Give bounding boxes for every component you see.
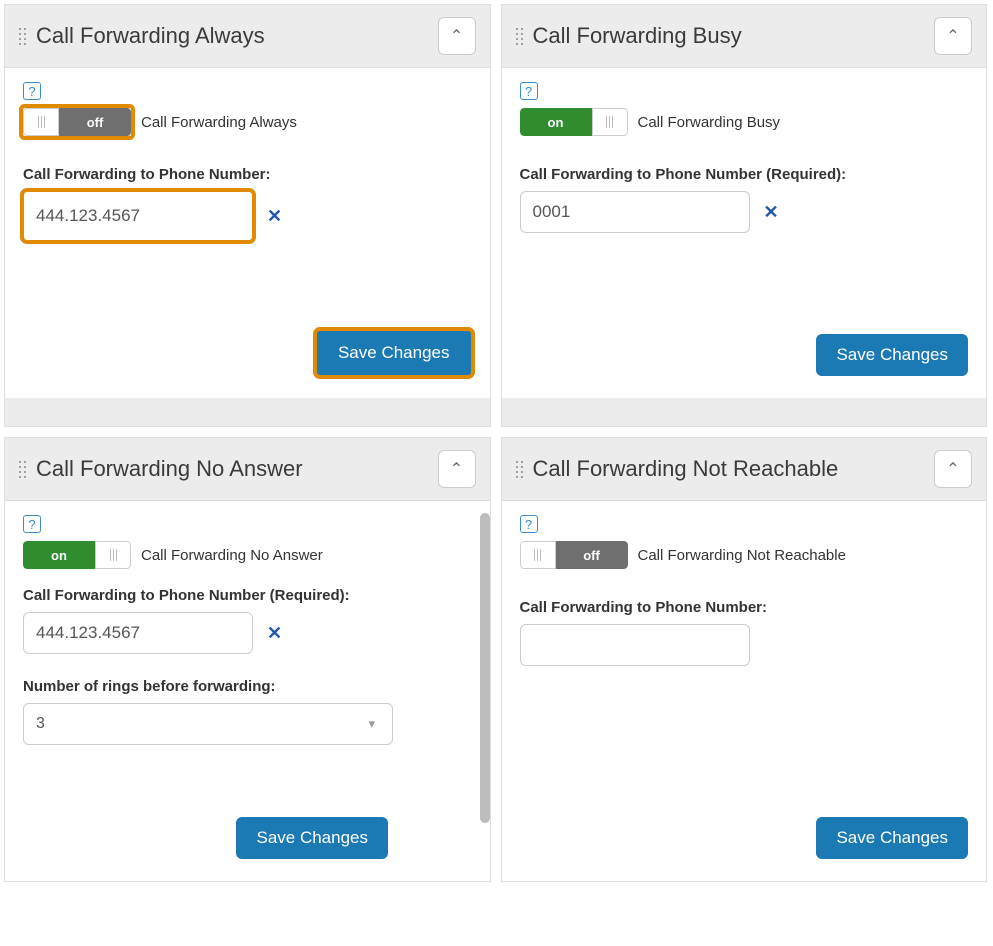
toggle-call-forwarding-busy[interactable]: on bbox=[520, 108, 628, 136]
phone-number-label: Call Forwarding to Phone Number: bbox=[520, 599, 969, 616]
toggle-label: Call Forwarding Always bbox=[141, 114, 297, 131]
toggle-state-label: off bbox=[59, 108, 131, 136]
phone-number-label: Call Forwarding to Phone Number (Require… bbox=[23, 587, 472, 604]
panel-header: Call Forwarding No Answer ⌃ bbox=[5, 438, 490, 501]
rings-select[interactable]: 3 bbox=[23, 703, 393, 745]
collapse-button[interactable]: ⌃ bbox=[438, 17, 476, 55]
toggle-call-forwarding-not-reachable[interactable]: off bbox=[520, 541, 628, 569]
drag-handle-icon[interactable] bbox=[19, 26, 26, 47]
panel-title: Call Forwarding Busy bbox=[533, 23, 742, 49]
toggle-grip-icon bbox=[592, 108, 628, 136]
help-icon[interactable]: ? bbox=[520, 515, 538, 533]
clear-icon[interactable]: ✕ bbox=[267, 206, 282, 227]
panel-title: Call Forwarding Always bbox=[36, 23, 265, 49]
phone-number-input[interactable] bbox=[23, 191, 253, 241]
panel-call-forwarding-no-answer: Call Forwarding No Answer ⌃ ? on Call Fo… bbox=[4, 437, 491, 882]
collapse-button[interactable]: ⌃ bbox=[438, 450, 476, 488]
toggle-grip-icon bbox=[23, 108, 59, 136]
scrollbar-thumb[interactable] bbox=[480, 513, 490, 823]
toggle-label: Call Forwarding Not Reachable bbox=[638, 547, 846, 564]
panel-footer bbox=[5, 398, 490, 426]
chevron-up-icon: ⌃ bbox=[946, 26, 959, 46]
toggle-call-forwarding-always[interactable]: off bbox=[23, 108, 131, 136]
drag-handle-icon[interactable] bbox=[19, 459, 26, 480]
phone-number-input[interactable] bbox=[23, 612, 253, 654]
chevron-up-icon: ⌃ bbox=[946, 459, 959, 479]
toggle-grip-icon bbox=[95, 541, 131, 569]
toggle-grip-icon bbox=[520, 541, 556, 569]
toggle-label: Call Forwarding No Answer bbox=[141, 547, 323, 564]
clear-icon[interactable]: ✕ bbox=[267, 623, 282, 644]
save-changes-button[interactable]: Save Changes bbox=[816, 817, 968, 859]
toggle-state-label: on bbox=[520, 108, 592, 136]
drag-handle-icon[interactable] bbox=[516, 459, 523, 480]
phone-number-input[interactable] bbox=[520, 191, 750, 233]
panel-call-forwarding-busy: Call Forwarding Busy ⌃ ? on Call Forward… bbox=[501, 4, 988, 427]
toggle-call-forwarding-no-answer[interactable]: on bbox=[23, 541, 131, 569]
collapse-button[interactable]: ⌃ bbox=[934, 17, 972, 55]
panel-title: Call Forwarding No Answer bbox=[36, 456, 303, 482]
toggle-state-label: on bbox=[23, 541, 95, 569]
panel-header: Call Forwarding Busy ⌃ bbox=[502, 5, 987, 68]
panel-header: Call Forwarding Always ⌃ bbox=[5, 5, 490, 68]
panel-call-forwarding-not-reachable: Call Forwarding Not Reachable ⌃ ? off Ca… bbox=[501, 437, 988, 882]
help-icon[interactable]: ? bbox=[520, 82, 538, 100]
rings-label: Number of rings before forwarding: bbox=[23, 678, 472, 695]
collapse-button[interactable]: ⌃ bbox=[934, 450, 972, 488]
help-icon[interactable]: ? bbox=[23, 515, 41, 533]
toggle-label: Call Forwarding Busy bbox=[638, 114, 781, 131]
panel-call-forwarding-always: Call Forwarding Always ⌃ ? off Call Forw… bbox=[4, 4, 491, 427]
panel-header: Call Forwarding Not Reachable ⌃ bbox=[502, 438, 987, 501]
toggle-state-label: off bbox=[556, 541, 628, 569]
phone-number-input[interactable] bbox=[520, 624, 750, 666]
phone-number-label: Call Forwarding to Phone Number (Require… bbox=[520, 166, 969, 183]
clear-icon[interactable]: ✕ bbox=[764, 202, 779, 223]
save-changes-button[interactable]: Save Changes bbox=[816, 334, 968, 376]
phone-number-label: Call Forwarding to Phone Number: bbox=[23, 166, 472, 183]
chevron-up-icon: ⌃ bbox=[450, 459, 463, 479]
save-changes-button[interactable]: Save Changes bbox=[236, 817, 388, 859]
chevron-up-icon: ⌃ bbox=[450, 26, 463, 46]
panel-title: Call Forwarding Not Reachable bbox=[533, 456, 839, 482]
save-changes-button[interactable]: Save Changes bbox=[316, 330, 472, 376]
panel-footer bbox=[502, 398, 987, 426]
drag-handle-icon[interactable] bbox=[516, 26, 523, 47]
help-icon[interactable]: ? bbox=[23, 82, 41, 100]
